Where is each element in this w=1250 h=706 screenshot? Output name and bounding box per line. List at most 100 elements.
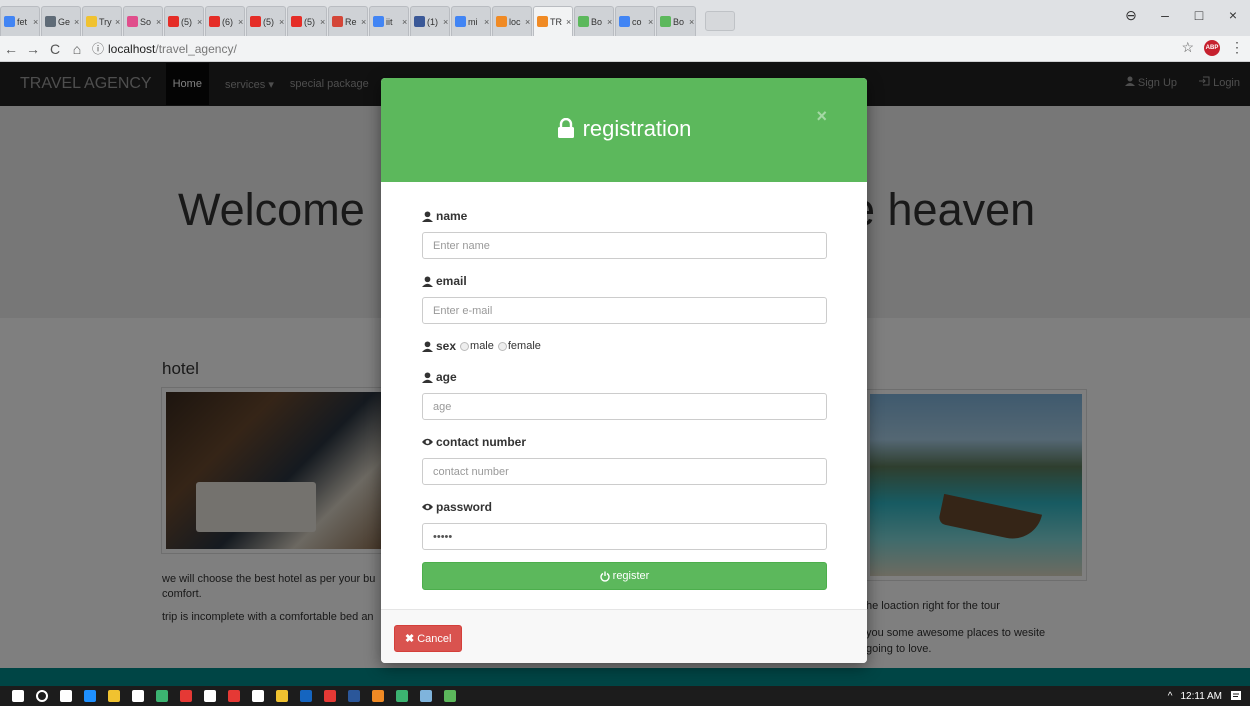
taskbar-app-icon[interactable] [156,690,168,702]
browser-tab[interactable]: mi × [451,6,491,36]
tab-close-icon[interactable]: × [33,17,38,27]
back-button[interactable]: ← [0,41,22,57]
tab-favicon-icon [45,16,56,27]
tab-favicon-icon [455,16,466,27]
password-input[interactable] [422,523,827,550]
browser-tab[interactable]: (5) × [287,6,327,36]
tab-close-icon[interactable]: × [689,17,694,27]
taskbar-app-icon[interactable] [300,690,312,702]
register-button[interactable]: register [422,562,827,590]
browser-tab[interactable]: loc × [492,6,532,36]
taskbar-app-icon[interactable] [444,690,456,702]
taskbar-app-icon[interactable] [108,690,120,702]
cancel-label: Cancel [417,632,452,645]
tab-close-icon[interactable]: × [279,17,284,27]
taskbar-app-icon[interactable] [132,690,144,702]
close-window-button[interactable]: × [1216,7,1250,23]
tab-close-icon[interactable]: × [402,17,407,27]
site-info-icon[interactable]: ⓘ [92,40,104,57]
profile-icon[interactable]: ⊖ [1114,7,1148,24]
modal-close-button[interactable]: × [816,106,827,127]
taskbar-app-icon[interactable] [252,690,264,702]
tab-close-icon[interactable]: × [74,17,79,27]
taskbar-app-icon[interactable] [60,690,72,702]
email-input[interactable] [422,297,827,324]
sex-option-male: male [470,340,494,352]
tab-close-icon[interactable]: × [361,17,366,27]
tab-list: fet × Ge × Try × So × (5) × (6) × (5) × (5) × Re × iit × (1)… [0,6,735,36]
modal-header: registration × [381,78,867,182]
tab-title: iit [386,16,393,27]
browser-toolbar: ← → C ⌂ ⓘ localhost /travel_agency/ ☆ AB… [0,36,1250,62]
bookmark-star-icon[interactable]: ☆ [1181,39,1194,56]
address-bar[interactable]: ⓘ localhost /travel_agency/ [92,38,1237,60]
forward-button[interactable]: → [22,41,44,57]
registration-modal: registration × name email sex male femal… [381,78,867,663]
taskbar-app-icon[interactable] [204,690,216,702]
tab-close-icon[interactable]: × [115,17,120,27]
os-taskbar: ^ 12:11 AM [0,686,1250,706]
browser-menu-icon[interactable]: ⋮ [1230,39,1244,56]
adblock-icon[interactable]: ABP [1204,39,1220,56]
tab-close-icon[interactable]: × [238,17,243,27]
browser-tab[interactable]: (1) × [410,6,450,36]
browser-tab[interactable]: fet × [0,6,40,36]
browser-tab[interactable]: Re × [328,6,368,36]
user-icon [422,371,433,383]
tray-clock[interactable]: 12:11 AM [1180,691,1222,702]
tab-close-icon[interactable]: × [566,17,571,27]
home-button[interactable]: ⌂ [66,41,88,57]
age-input[interactable] [422,393,827,420]
tab-close-icon[interactable]: × [197,17,202,27]
tab-close-icon[interactable]: × [525,17,530,27]
minimize-button[interactable]: – [1148,7,1182,23]
tab-close-icon[interactable]: × [648,17,653,27]
tab-favicon-icon [127,16,138,27]
browser-tab[interactable]: co × [615,6,655,36]
system-tray: ^ 12:11 AM [1168,686,1242,706]
maximize-button[interactable]: □ [1182,7,1216,23]
notification-icon[interactable] [1230,690,1242,702]
taskbar-app-icon[interactable] [36,690,48,702]
browser-tab[interactable]: So × [123,6,163,36]
tab-close-icon[interactable]: × [320,17,325,27]
tab-close-icon[interactable]: × [484,17,489,27]
taskbar-app-icon[interactable] [420,690,432,702]
taskbar-app-icon[interactable] [324,690,336,702]
taskbar-app-icon[interactable] [276,690,288,702]
power-icon [600,571,610,582]
browser-tab[interactable]: Ge × [41,6,81,36]
tab-favicon-icon [250,16,261,27]
taskbar-app-icon[interactable] [84,690,96,702]
browser-tab[interactable]: Try × [82,6,122,36]
tab-close-icon[interactable]: × [607,17,612,27]
reload-button[interactable]: C [44,41,66,57]
browser-tab[interactable]: (5) × [246,6,286,36]
taskbar-app-icon[interactable] [180,690,192,702]
taskbar-app-icon[interactable] [228,690,240,702]
cancel-button[interactable]: ✖ Cancel [394,625,463,652]
start-button-icon[interactable] [12,690,24,702]
tab-favicon-icon [537,16,548,27]
browser-tab[interactable]: (6) × [205,6,245,36]
sex-radio-female[interactable] [497,341,507,351]
tab-close-icon[interactable]: × [156,17,161,27]
browser-tab[interactable]: iit × [369,6,409,36]
taskbar-app-icon[interactable] [372,690,384,702]
browser-tab[interactable]: Bo × [656,6,696,36]
browser-tab[interactable]: TR × [533,6,573,36]
contact-number-input[interactable] [422,458,827,485]
taskbar-app-icon[interactable] [348,690,360,702]
browser-tab[interactable]: Bo × [574,6,614,36]
tab-close-icon[interactable]: × [443,17,448,27]
tab-title: mi [468,16,478,27]
new-tab-button[interactable] [705,11,735,31]
name-input[interactable] [422,232,827,259]
taskbar-app-icon[interactable] [396,690,408,702]
tray-expand-icon[interactable]: ^ [1168,691,1173,702]
tab-title: TR [550,16,562,27]
sex-radio-male[interactable] [460,341,470,351]
browser-tab[interactable]: (5) × [164,6,204,36]
modal-footer: ✖ Cancel [381,609,867,663]
tab-favicon-icon [168,16,179,27]
